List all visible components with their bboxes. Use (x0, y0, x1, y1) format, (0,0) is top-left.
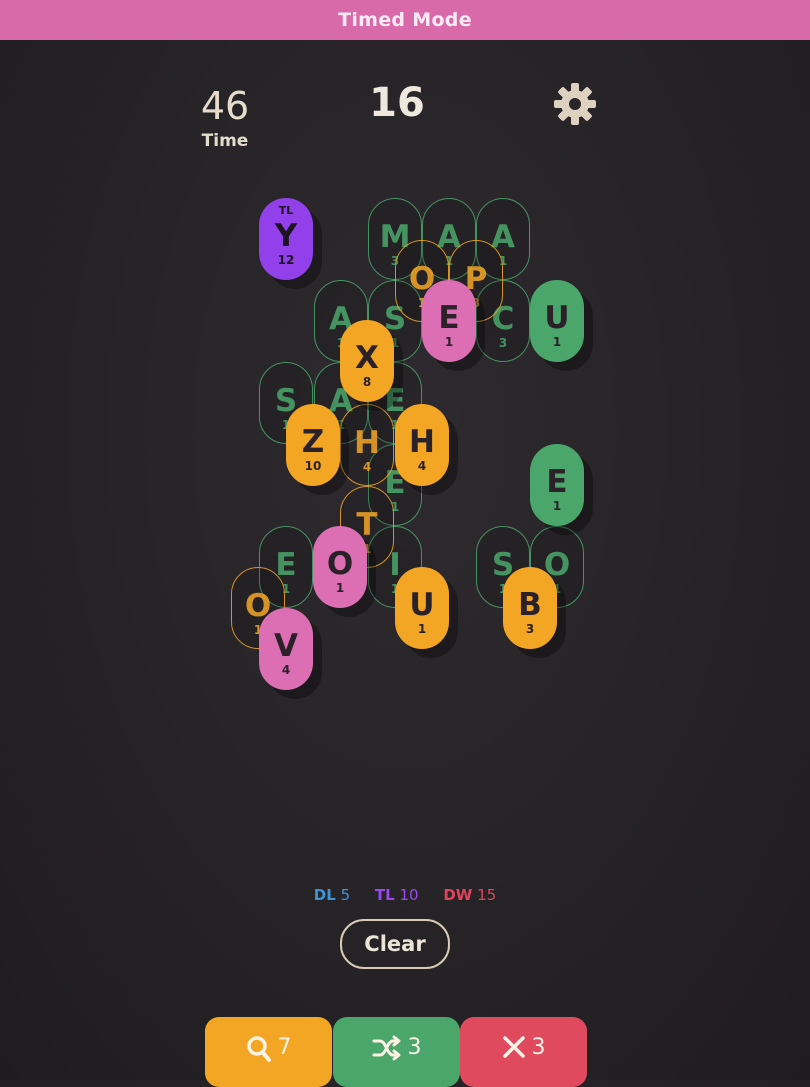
time-label: Time (201, 131, 249, 151)
tile-points: 12 (277, 253, 295, 267)
letter-tile-h[interactable]: H4 (395, 404, 449, 486)
magnifier-icon (246, 1036, 271, 1062)
remove-button[interactable]: 3 (460, 1017, 587, 1087)
tile-letter: U (409, 587, 435, 623)
score-value: 16 (369, 80, 425, 126)
tile-points: 1 (417, 622, 427, 636)
letter-tile-e[interactable]: E1 (422, 280, 476, 362)
hint-button[interactable]: 7 (205, 1017, 332, 1087)
hint-count: 7 (277, 1035, 292, 1060)
tile-points: 1 (552, 499, 562, 513)
tile-points: 3 (525, 622, 535, 636)
tile-modifier: TL (278, 204, 294, 217)
letter-tile-b[interactable]: B3 (503, 567, 557, 649)
tile-letter: O (326, 546, 354, 582)
letter-tile-u[interactable]: U1 (530, 280, 584, 362)
bonus-dw-value: 15 (477, 886, 497, 904)
tile-letter: U (544, 300, 570, 336)
close-icon (502, 1036, 525, 1058)
tile-points: 1 (552, 335, 562, 349)
tile-points: 1 (444, 335, 454, 349)
shuffle-button[interactable]: 3 (333, 1017, 460, 1087)
bonus-tl-value: 10 (399, 886, 419, 904)
letter-tile-e[interactable]: E1 (530, 444, 584, 526)
tile-letter: Z (301, 424, 325, 460)
tile-points: 4 (362, 460, 372, 474)
tile-letter: H (409, 424, 435, 460)
shuffle-icon (372, 1035, 400, 1061)
tile-points: 3 (498, 336, 508, 350)
bonus-dl-value: 5 (340, 886, 351, 904)
letter-tile-z[interactable]: Z 10 (286, 404, 340, 486)
letter-tile-o[interactable]: O1 (313, 526, 367, 608)
bonus-dw-label: DW (443, 886, 473, 904)
letter-tile-h: H4 (340, 404, 394, 486)
bonus-dl: DL 5 (314, 886, 355, 904)
tile-letter: Y (274, 218, 298, 254)
bonus-dw: DW 15 (443, 886, 496, 904)
tile-points: 4 (417, 459, 427, 473)
mode-title: Timed Mode (338, 9, 472, 31)
tile-letter: V (274, 628, 298, 664)
clear-button[interactable]: Clear (340, 919, 450, 969)
mode-header: Timed Mode (0, 0, 810, 40)
tile-points: 4 (281, 663, 291, 677)
tile-points: 10 (304, 459, 322, 473)
tile-letter: E (546, 464, 568, 500)
bonus-legend: DL 5 TL 10 DW 15 (0, 886, 810, 904)
letter-tile-u[interactable]: U1 (395, 567, 449, 649)
shuffle-count: 3 (407, 1035, 422, 1060)
letter-tile-v[interactable]: V4 (259, 608, 313, 690)
bonus-tl: TL 10 (375, 886, 423, 904)
tile-letter: E (438, 300, 460, 336)
tile-letter: X (355, 340, 379, 376)
letter-tile-y[interactable]: TL Y 12 (259, 198, 313, 280)
tile-letter: H (354, 425, 380, 461)
time-value: 46 (200, 84, 250, 128)
bonus-dl-label: DL (313, 886, 336, 904)
letter-tile-x[interactable]: X8 (340, 320, 394, 402)
tile-points: 8 (362, 375, 372, 389)
bonus-tl-label: TL (374, 886, 395, 904)
tile-letter: B (518, 587, 542, 623)
settings-gear-icon[interactable] (552, 81, 598, 127)
tile-points: 1 (335, 581, 345, 595)
remove-count: 3 (531, 1035, 546, 1060)
